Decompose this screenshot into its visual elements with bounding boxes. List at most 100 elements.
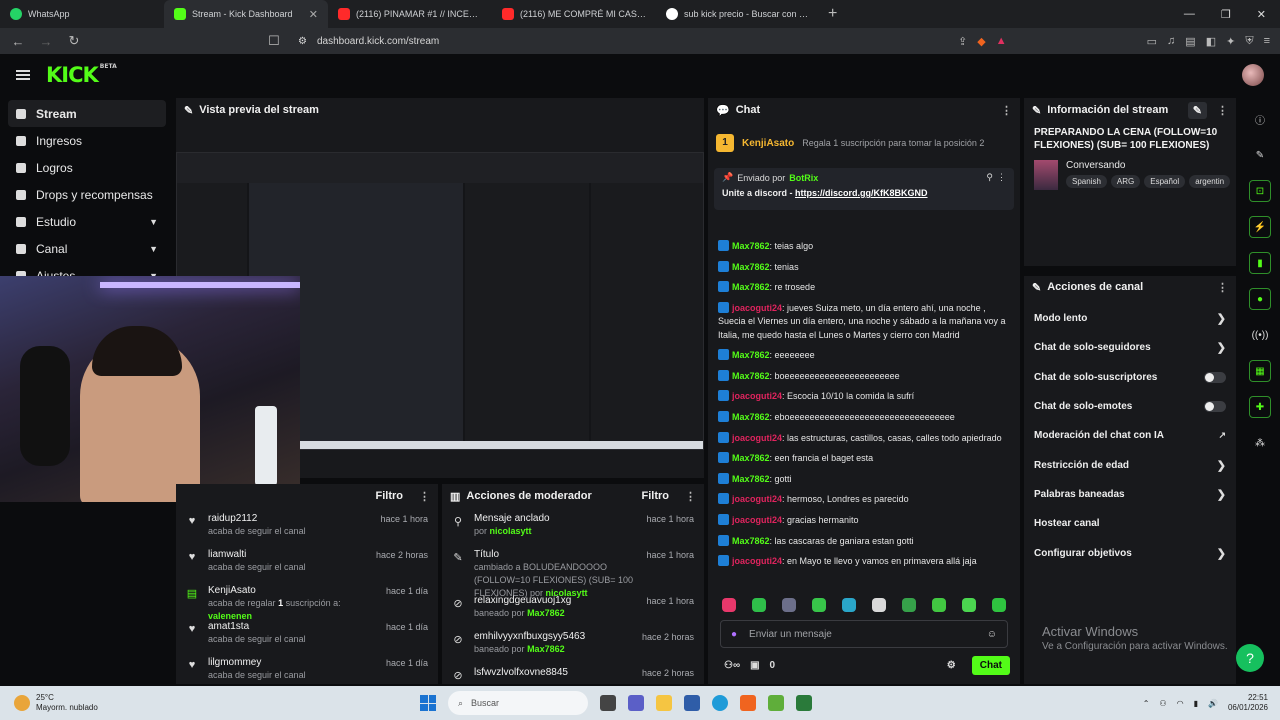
document-icon[interactable]: ▮ — [1249, 252, 1271, 274]
action-host-channel[interactable]: Hostear canal — [1024, 509, 1236, 538]
taskbar-search[interactable]: ⌕ Buscar — [448, 691, 588, 715]
user-avatar[interactable] — [1242, 64, 1264, 86]
chat-username[interactable]: Max7862 — [732, 474, 770, 484]
brave-shield-icon[interactable]: ◆ — [977, 35, 985, 48]
browser-tab-kick[interactable]: Stream - Kick Dashboard ✕ — [164, 0, 328, 28]
clock[interactable]: 22:51 06/01/2026 — [1228, 693, 1268, 713]
app-icon[interactable] — [768, 695, 784, 711]
sidebar-item-stream[interactable]: Stream — [8, 100, 166, 127]
emote-icon[interactable] — [872, 598, 886, 612]
chat-username[interactable]: Max7862 — [732, 282, 770, 292]
chat-username[interactable]: Max7862 — [732, 371, 770, 381]
url-field[interactable]: ⚙ dashboard.kick.com/stream — [294, 31, 946, 51]
grid-icon[interactable]: ▦ — [1249, 360, 1271, 382]
more-options-icon[interactable]: ⋮ — [1217, 104, 1228, 117]
action-configure-goals[interactable]: Configurar objetivos ❯ — [1024, 538, 1236, 567]
action-banned-words[interactable]: Palabras baneadas ❯ — [1024, 480, 1236, 509]
more-options-icon[interactable]: ⋮ — [997, 172, 1006, 183]
emote-icon[interactable] — [902, 598, 916, 612]
more-options-icon[interactable]: ⋮ — [1217, 281, 1228, 294]
chat-username[interactable]: joacoguti24 — [732, 433, 782, 443]
more-options-icon[interactable]: ⋮ — [419, 490, 430, 503]
close-tab-icon[interactable]: ✕ — [309, 8, 318, 21]
chat-username[interactable]: Max7862 — [732, 536, 770, 546]
broadcast-icon[interactable]: ((•)) — [1249, 324, 1271, 346]
toggle-switch[interactable] — [1204, 371, 1226, 383]
chat-username[interactable]: Max7862 — [732, 412, 770, 422]
volume-icon[interactable]: 🔊 — [1208, 699, 1218, 708]
pinned-message[interactable]: 📌 Enviado por BotRix ⚲ ⋮ Unite a discord -… — [714, 168, 1014, 210]
menu-icon[interactable]: ≡ — [1264, 35, 1270, 48]
sidebar-toggle-icon[interactable]: ▭ — [1147, 35, 1157, 48]
chat-username[interactable]: joacoguti24 — [732, 494, 782, 504]
sidebar-item-estudio[interactable]: Estudio ▼ — [0, 208, 174, 235]
browser-tab-google[interactable]: sub kick precio - Buscar con Google — [656, 0, 820, 28]
chat-username[interactable]: joacoguti24 — [732, 556, 782, 566]
new-tab-button[interactable]: + — [820, 5, 845, 23]
chat-bubble-icon[interactable]: ● — [1249, 288, 1271, 310]
chat-username[interactable]: joacoguti24 — [732, 391, 782, 401]
share-nodes-icon[interactable]: ⁂ — [1249, 432, 1271, 454]
chevron-up-icon[interactable]: ⌃ — [1143, 699, 1150, 708]
back-button[interactable]: ← — [10, 34, 26, 49]
toggle-switch[interactable] — [1204, 401, 1226, 413]
send-chat-button[interactable]: Chat — [971, 655, 1010, 675]
chat-username[interactable]: Max7862 — [732, 262, 770, 272]
chat-input[interactable]: ● Enviar un mensaje ☺ — [720, 620, 1008, 648]
action-subs-only[interactable]: Chat de solo-suscriptores — [1024, 363, 1236, 392]
users-icon[interactable]: ⚇∞ — [724, 660, 740, 671]
mic-icon[interactable]: ▮ — [1194, 699, 1198, 708]
browser-tab-youtube-1[interactable]: (2116) PINAMAR #1 // INCENDIO EN — [328, 0, 492, 28]
maximize-button[interactable]: ❐ — [1221, 8, 1231, 21]
task-view-icon[interactable] — [600, 695, 616, 711]
edit-icon[interactable]: ✎ — [1187, 101, 1207, 119]
emote-icon[interactable] — [812, 598, 826, 612]
filter-button[interactable]: Filtro — [642, 490, 670, 502]
gear-icon[interactable]: ⚙ — [947, 660, 956, 671]
chat-username[interactable]: joacoguti24 — [732, 303, 782, 313]
wrench-icon[interactable]: ✚ — [1249, 396, 1271, 418]
minimize-button[interactable]: — — [1184, 8, 1195, 21]
emote-icon[interactable] — [722, 598, 736, 612]
browser-tab-youtube-2[interactable]: (2116) ME COMPRÉ MI CASA LES MU — [492, 0, 656, 28]
filter-button[interactable]: Filtro — [376, 490, 404, 502]
emote-icon[interactable] — [782, 598, 796, 612]
wifi-icon[interactable]: ◠ — [1177, 699, 1184, 708]
wallet-icon[interactable]: ◧ — [1206, 35, 1216, 48]
extensions-icon[interactable]: ✦ — [1226, 35, 1235, 48]
action-slow-mode[interactable]: Modo lento ❯ — [1024, 304, 1236, 333]
chat-username[interactable]: Max7862 — [732, 453, 770, 463]
emote-icon[interactable] — [752, 598, 766, 612]
unpin-icon[interactable]: ⚲ — [986, 172, 993, 183]
pencil-icon[interactable]: ✎ — [1249, 144, 1271, 166]
vpn-icon[interactable]: ⛨ — [1245, 35, 1253, 48]
store-icon[interactable] — [684, 695, 700, 711]
app-icon[interactable] — [796, 695, 812, 711]
action-age-restriction[interactable]: Restricción de edad ❯ — [1024, 450, 1236, 479]
more-options-icon[interactable]: ⋮ — [685, 490, 696, 503]
emote-icon[interactable] — [932, 598, 946, 612]
emote-icon[interactable] — [842, 598, 856, 612]
lightning-icon[interactable]: ⚡ — [1249, 216, 1271, 238]
chat-username[interactable]: Max7862 — [732, 241, 770, 251]
layout-icon[interactable]: ⊡ — [1249, 180, 1271, 202]
more-options-icon[interactable]: ⋮ — [1001, 104, 1012, 117]
action-ai-moderation[interactable]: Moderación del chat con IA ↗ — [1024, 421, 1236, 450]
emote-icon[interactable] — [962, 598, 976, 612]
site-info-icon[interactable]: ⚙ — [298, 36, 307, 47]
sidebar-item-drops[interactable]: Drops y recompensas — [0, 181, 174, 208]
kick-logo[interactable]: KICK BETA — [46, 63, 117, 87]
discord-link[interactable]: https://discord.gg/KfK8BKGND — [795, 188, 928, 198]
reading-list-icon[interactable]: ▤ — [1185, 35, 1195, 48]
file-explorer-icon[interactable] — [656, 695, 672, 711]
sidebar-item-ingresos[interactable]: Ingresos — [0, 127, 174, 154]
info-icon[interactable]: ⓘ — [1249, 108, 1271, 130]
emoji-icon[interactable]: ☺ — [987, 629, 997, 640]
chat-username[interactable]: Max7862 — [732, 350, 770, 360]
share-icon[interactable]: ⇪ — [958, 35, 967, 48]
edge-icon[interactable] — [712, 695, 728, 711]
bookmark-icon[interactable]: ☐ — [266, 33, 282, 49]
browser-tab-whatsapp[interactable]: WhatsApp — [0, 0, 164, 28]
brave-icon[interactable] — [740, 695, 756, 711]
action-emotes-only[interactable]: Chat de solo-emotes — [1024, 392, 1236, 421]
